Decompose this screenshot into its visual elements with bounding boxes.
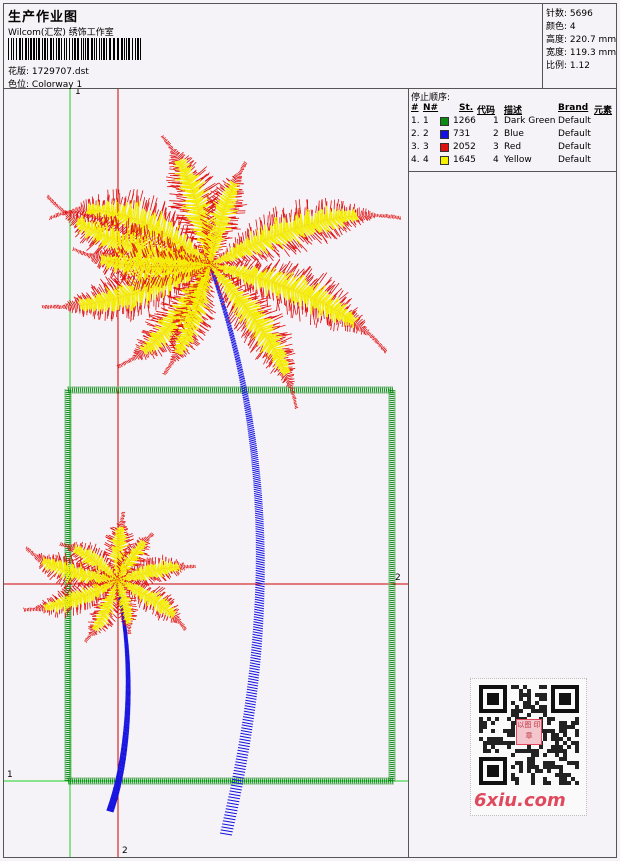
stat-label: 比例:: [546, 61, 568, 71]
legend-cell-code: 2: [493, 129, 499, 139]
legend-cell-brand: Default: [558, 129, 591, 139]
stat-stitches: 针数: 5696: [546, 6, 593, 19]
stat-label: 高度:: [546, 35, 568, 45]
legend-cell-brand: Default: [558, 142, 591, 152]
legend-cell-st: 1645: [453, 155, 476, 165]
stat-value: 1.12: [569, 61, 590, 71]
col-hash: #: [411, 103, 419, 113]
stat-width: 宽度: 119.3 mm: [546, 45, 616, 58]
stop-sequence-legend: 停止顺序: # N# St. 代码 描述 Brand 元素 1. 1 1266 1 Da…: [409, 89, 616, 172]
col-element: 元素: [594, 106, 613, 116]
legend-cell-num: 1.: [411, 116, 420, 126]
stat-label: 针数:: [546, 9, 568, 19]
qr-stamp-text: 以图 印章: [517, 721, 541, 740]
legend-row: 2. 2 731 2 Blue Default: [409, 129, 616, 141]
stat-value: 4: [569, 22, 576, 32]
legend-cell-desc: Yellow: [504, 155, 532, 165]
embroidery-preview: [4, 89, 408, 857]
design-canvas[interactable]: 1 1 2 2: [4, 89, 409, 857]
guide-label-top: 1: [75, 89, 81, 97]
stat-ratio: 比例: 1.12: [546, 58, 590, 71]
design-info: 花版: 1729707.dst: [8, 64, 89, 77]
qr-stamp: 以图 印章: [516, 719, 542, 745]
legend-cell-n: 3: [423, 142, 429, 152]
stat-value: 5696: [569, 9, 593, 19]
stat-height: 高度: 220.7 mm: [546, 32, 616, 45]
stats-panel: 针数: 5696 颜色: 4 高度: 220.7 mm 宽度: 119.3 mm…: [542, 4, 617, 88]
color-swatch: [440, 130, 449, 139]
stat-value: 119.3 mm: [569, 48, 617, 58]
stat-colors: 颜色: 4: [546, 19, 576, 32]
site-watermark[interactable]: 6xiu.com: [474, 790, 566, 811]
col-desc: 描述: [504, 106, 523, 116]
design-label: 花版:: [8, 67, 30, 77]
color-swatch: [440, 156, 449, 165]
legend-cell-code: 4: [493, 155, 499, 165]
legend-cell-n: 1: [423, 116, 429, 126]
legend-cell-desc: Red: [504, 142, 522, 152]
stat-label: 颜色:: [546, 22, 568, 32]
page-title: 生产作业图: [8, 10, 79, 25]
guide-label-right: 2: [395, 573, 401, 583]
legend-cell-num: 2.: [411, 129, 420, 139]
legend-cell-n: 2: [423, 129, 429, 139]
design-file: 1729707.dst: [31, 67, 89, 77]
barcode: [8, 38, 141, 60]
stat-value: 220.7 mm: [569, 35, 617, 45]
stat-label: 宽度:: [546, 48, 568, 58]
legend-cell-num: 3.: [411, 142, 420, 152]
legend-cell-st: 1266: [453, 116, 476, 126]
legend-cell-brand: Default: [558, 116, 591, 126]
legend-cell-st: 731: [453, 129, 471, 139]
legend-cell-st: 2052: [453, 142, 476, 152]
legend-row: 3. 3 2052 3 Red Default: [409, 142, 616, 154]
legend-row: 4. 4 1645 4 Yellow Default: [409, 155, 616, 167]
color-swatch: [440, 117, 449, 126]
legend-cell-brand: Default: [558, 155, 591, 165]
legend-header: # N# St. 代码 描述 Brand 元素: [409, 103, 616, 116]
legend-cell-num: 4.: [411, 155, 420, 165]
guide-label-bottom: 2: [122, 846, 128, 856]
legend-title: 停止顺序:: [411, 93, 451, 103]
col-code: 代码: [477, 106, 496, 116]
legend-row: 1. 1 1266 1 Dark Green Default: [409, 116, 616, 128]
col-st: St.: [459, 103, 474, 113]
col-n: N#: [423, 103, 439, 113]
color-swatch: [440, 143, 449, 152]
header-panel: 生产作业图 Wilcom(汇宏) 绣饰工作室 花版: 1729707.dst 色…: [4, 4, 617, 90]
guide-label-left: 1: [7, 770, 13, 780]
col-brand: Brand: [558, 103, 589, 113]
legend-cell-code: 3: [493, 142, 499, 152]
company-name: Wilcom(汇宏) 绣饰工作室: [8, 28, 114, 38]
legend-cell-desc: Dark Green: [504, 116, 556, 126]
legend-cell-code: 1: [493, 116, 499, 126]
legend-cell-desc: Blue: [504, 129, 524, 139]
legend-cell-n: 4: [423, 155, 429, 165]
